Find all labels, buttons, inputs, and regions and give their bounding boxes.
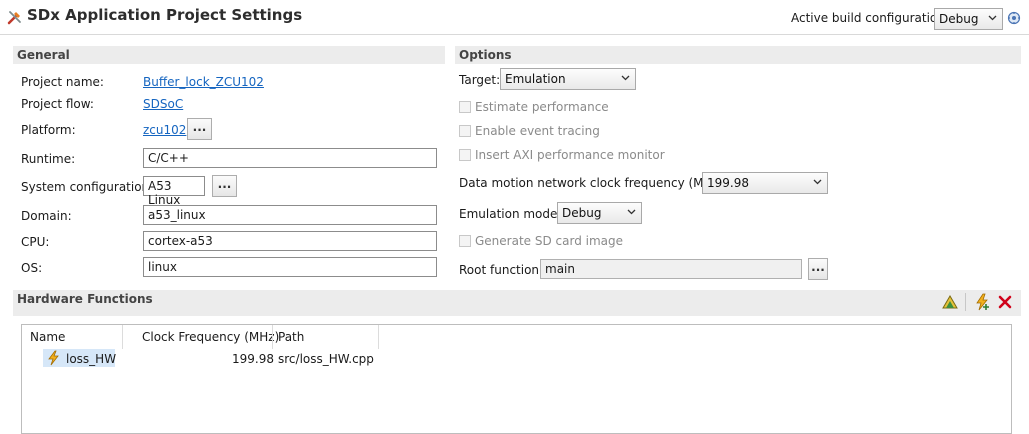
domain-label: Domain:: [21, 209, 72, 223]
hardware-functions-section-header: Hardware Functions: [13, 290, 1021, 316]
root-function-browse-button[interactable]: ...: [808, 258, 828, 280]
toolbar-separator: [965, 293, 966, 311]
active-build-config-select[interactable]: Debug: [934, 8, 1003, 30]
event-tracing-checkbox[interactable]: [459, 125, 471, 137]
column-separator[interactable]: [378, 325, 379, 349]
clock-frequency-value: 199.98: [707, 176, 749, 190]
general-section-header: General: [13, 46, 445, 64]
tools-icon: [7, 11, 21, 25]
axi-monitor-checkbox[interactable]: [459, 149, 471, 161]
axi-monitor-label: Insert AXI performance monitor: [475, 148, 665, 162]
column-separator[interactable]: [122, 325, 123, 349]
target-label: Target:: [459, 73, 501, 87]
page-title: SDx Application Project Settings: [27, 6, 303, 24]
platform-label: Platform:: [21, 123, 76, 137]
system-config-field[interactable]: A53 Linux: [143, 176, 205, 207]
column-header-name[interactable]: Name: [30, 330, 65, 344]
root-function-label: Root function:: [459, 263, 544, 277]
emulation-model-value: Debug: [562, 206, 602, 220]
chevron-down-icon: [627, 209, 636, 215]
target-value: Emulation: [505, 72, 566, 86]
column-header-path[interactable]: Path: [278, 330, 304, 344]
function-path-cell: src/loss_HW.cpp: [278, 352, 374, 366]
clock-frequency-select[interactable]: 199.98: [702, 172, 828, 194]
chevron-down-icon: [813, 179, 822, 185]
root-function-field[interactable]: main: [540, 259, 802, 279]
column-header-clock[interactable]: Clock Frequency (MHz): [142, 330, 279, 344]
cpu-field[interactable]: cortex-a53: [143, 231, 437, 251]
project-flow-link[interactable]: SDSoC: [143, 97, 183, 111]
runtime-label: Runtime:: [21, 152, 76, 166]
remove-function-icon[interactable]: [997, 294, 1013, 310]
runtime-field[interactable]: C/C++: [143, 148, 437, 168]
column-separator[interactable]: [272, 325, 273, 349]
platform-link[interactable]: zcu102: [143, 123, 186, 137]
add-function-icon[interactable]: [973, 293, 991, 311]
sd-card-label: Generate SD card image: [475, 234, 624, 248]
domain-field[interactable]: a53_linux: [143, 205, 437, 225]
function-name-cell: loss_HW: [66, 352, 117, 366]
project-flow-label: Project flow:: [21, 97, 94, 111]
emulation-model-select[interactable]: Debug: [557, 202, 642, 224]
estimate-resources-icon[interactable]: [941, 293, 959, 311]
options-section-header: Options: [455, 46, 1021, 64]
chevron-down-icon: [621, 75, 630, 81]
project-name-link[interactable]: Buffer_lock_ZCU102: [143, 75, 264, 89]
project-name-label: Project name:: [21, 75, 104, 89]
active-build-config-value: Debug: [939, 12, 979, 26]
hardware-function-icon: [48, 350, 59, 366]
clock-frequency-label: Data motion network clock frequency (MHz…: [459, 176, 728, 190]
os-field[interactable]: linux: [143, 257, 437, 277]
estimate-performance-checkbox[interactable]: [459, 101, 471, 113]
event-tracing-label: Enable event tracing: [475, 124, 600, 138]
manage-configurations-icon[interactable]: [1007, 11, 1021, 25]
target-select[interactable]: Emulation: [500, 68, 636, 90]
estimate-performance-label: Estimate performance: [475, 100, 609, 114]
platform-browse-button[interactable]: ...: [187, 118, 212, 140]
sd-card-checkbox[interactable]: [459, 235, 471, 247]
active-build-config-label: Active build configuration:: [791, 11, 949, 25]
chevron-down-icon: [988, 15, 997, 21]
cpu-label: CPU:: [21, 235, 50, 249]
function-clock-cell: 199.98: [232, 352, 274, 366]
os-label: OS:: [21, 261, 43, 275]
hardware-functions-title: Hardware Functions: [17, 292, 153, 306]
system-config-browse-button[interactable]: ...: [212, 175, 237, 197]
emulation-model-label: Emulation model:: [459, 207, 565, 221]
system-config-label: System configuration:: [21, 180, 154, 194]
